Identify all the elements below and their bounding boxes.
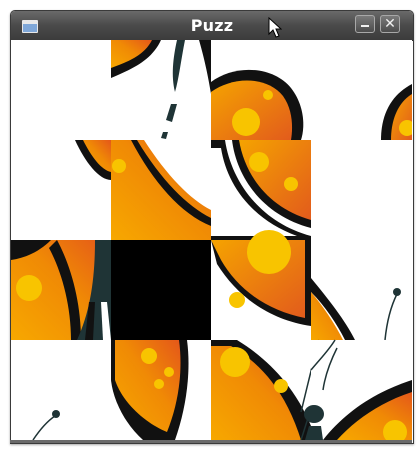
window-title: Puzz [190, 16, 234, 35]
puzzle-tile-r1c2[interactable] [211, 140, 311, 240]
puzzle-window: Puzz ✕ [10, 10, 414, 444]
puzzle-tile-r0c1[interactable] [111, 40, 211, 140]
puzzle-board [11, 40, 412, 441]
puzzle-tile-r1c1[interactable] [111, 140, 211, 240]
puzzle-tile-r2c1-empty[interactable] [111, 240, 211, 340]
puzzle-tile-r2c0[interactable] [11, 240, 111, 340]
puzzle-tile-r3c0[interactable] [11, 340, 111, 441]
pointer-cursor-icon [268, 17, 282, 38]
puzzle-tile-r0c0[interactable] [11, 40, 111, 140]
puzzle-tile-r1c0[interactable] [11, 140, 111, 240]
puzzle-tile-r2c3[interactable] [311, 240, 411, 341]
close-icon: ✕ [384, 16, 396, 32]
puzzle-tile-r3c2[interactable] [211, 339, 320, 440]
puzzle-tile-r2c2[interactable] [211, 230, 311, 340]
puzzle-tile-r3c3[interactable] [300, 339, 412, 441]
window-bottom-border [10, 440, 412, 443]
puzzle-tile-r0c2[interactable] [211, 40, 311, 140]
title-bar[interactable]: Puzz ✕ [11, 11, 413, 41]
puzzle-tile-r1c3[interactable] [311, 140, 411, 240]
minimize-icon [361, 25, 369, 27]
puzzle-tile-r0c3[interactable] [311, 40, 412, 140]
puzzle-tile-r3c1[interactable] [111, 340, 211, 440]
close-button[interactable]: ✕ [380, 15, 400, 33]
minimize-button[interactable] [355, 15, 375, 33]
